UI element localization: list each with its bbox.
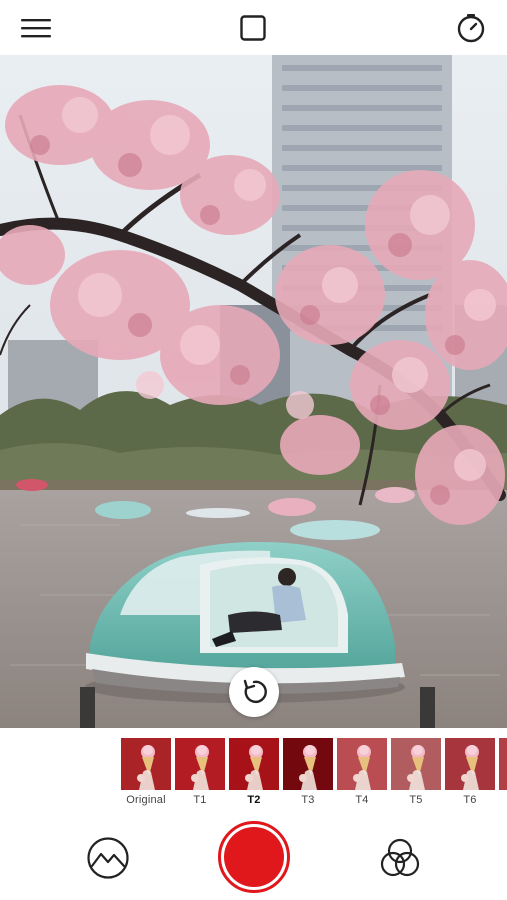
filter-label: T2 [247, 794, 261, 806]
filter-item[interactable]: Original [121, 738, 173, 808]
filter-item[interactable]: T2 [229, 738, 281, 808]
filter-thumbnail [499, 738, 507, 790]
filter-label: T6 [463, 794, 477, 806]
square-aspect-icon [240, 15, 266, 41]
filter-thumbnail [391, 738, 441, 790]
timer-icon [457, 14, 485, 43]
filter-thumbnail [337, 738, 387, 790]
rotate-button[interactable] [229, 667, 279, 717]
menu-button[interactable] [18, 10, 54, 46]
color-effects-icon [380, 838, 420, 877]
filter-item[interactable] [499, 738, 507, 808]
filter-label: T4 [355, 794, 369, 806]
bottom-controls [0, 810, 507, 900]
filter-thumbnail [175, 738, 225, 790]
rotate-icon [243, 679, 267, 704]
filter-thumbnail [229, 738, 279, 790]
filter-label: T5 [409, 794, 423, 806]
aspect-ratio-button[interactable] [235, 10, 271, 46]
filter-thumbnail [121, 738, 171, 790]
filter-item[interactable]: T1 [175, 738, 227, 808]
timer-button[interactable] [453, 10, 489, 46]
filter-item[interactable]: T6 [445, 738, 497, 808]
gallery-mountain-icon [87, 837, 129, 879]
filter-item[interactable]: T4 [337, 738, 389, 808]
photo-preview[interactable] [0, 55, 507, 728]
top-bar [0, 0, 507, 55]
gallery-button[interactable] [86, 836, 130, 880]
effects-button[interactable] [378, 836, 422, 880]
filter-strip[interactable]: Original T1 T2 T3 T4 T5 T6 [0, 728, 507, 810]
photo-scene [0, 55, 507, 728]
shutter-inner [224, 827, 284, 887]
shutter-button[interactable] [218, 821, 290, 893]
filter-item[interactable]: T3 [283, 738, 335, 808]
filter-item[interactable]: T5 [391, 738, 443, 808]
filter-label: T3 [301, 794, 315, 806]
hamburger-menu-icon [21, 19, 51, 38]
filter-thumbnail [283, 738, 333, 790]
filter-label: Original [126, 794, 166, 806]
filter-label: T1 [193, 794, 207, 806]
filter-thumbnail [445, 738, 495, 790]
